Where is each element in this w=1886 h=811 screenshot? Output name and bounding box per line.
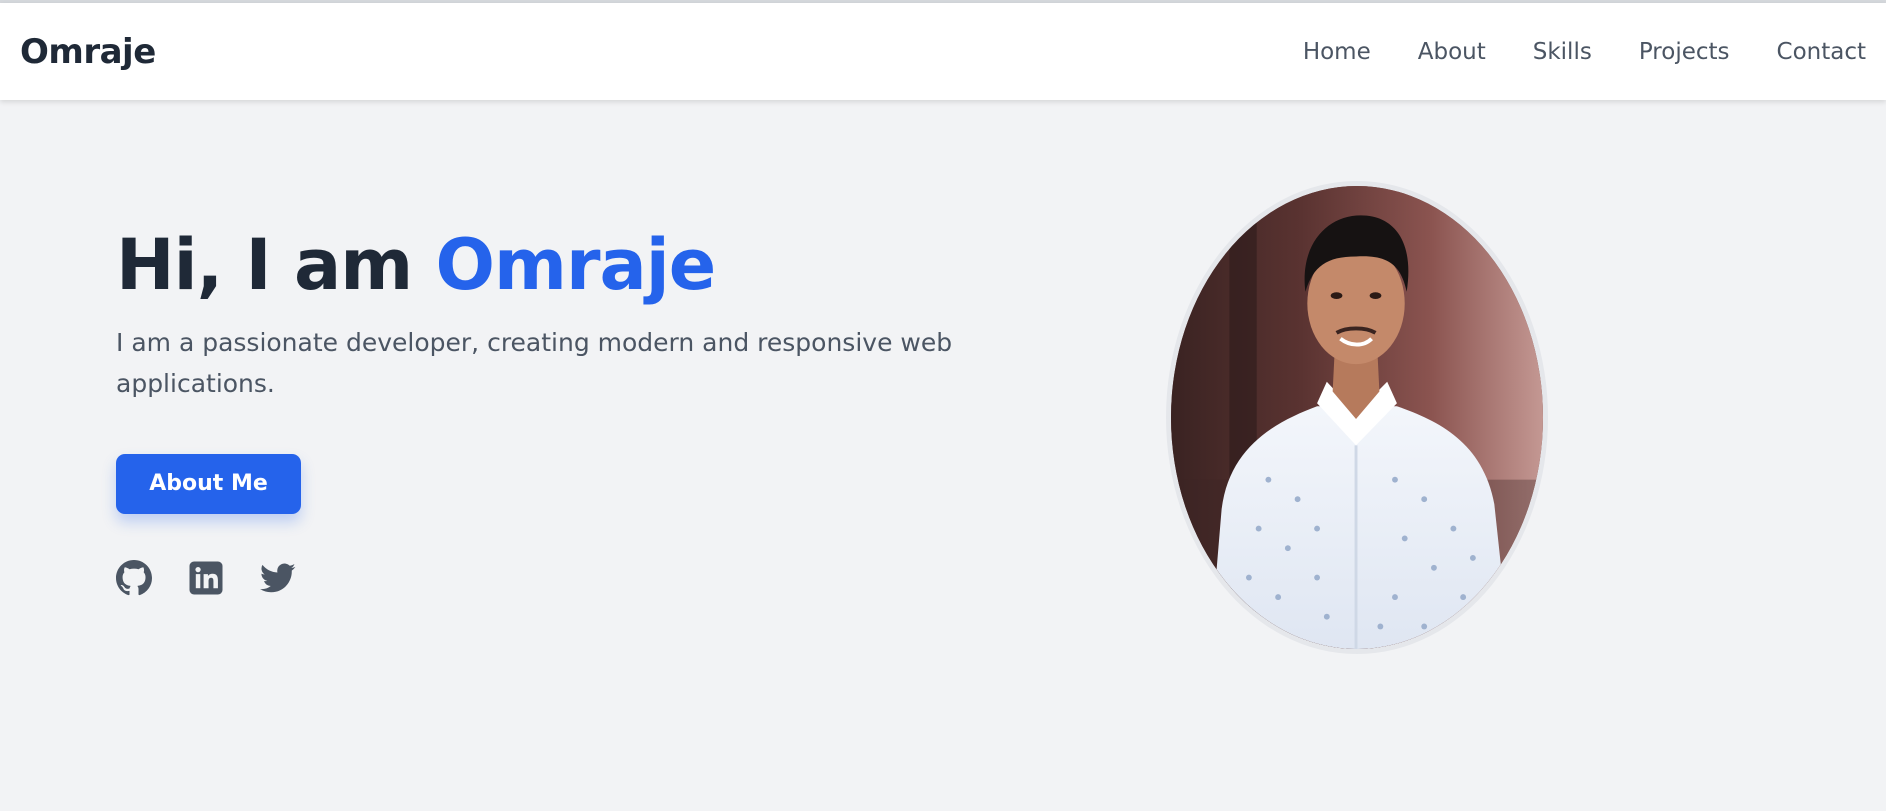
nav-links: Home About Skills Projects Contact	[1303, 39, 1866, 65]
nav-link-skills[interactable]: Skills	[1533, 39, 1592, 65]
nav-link-contact[interactable]: Contact	[1777, 39, 1866, 65]
hero-greeting: Hi, I am	[116, 224, 413, 306]
about-me-button[interactable]: About Me	[116, 453, 301, 514]
navbar: Omraje Home About Skills Projects Contac…	[0, 3, 1886, 100]
github-link[interactable]	[116, 559, 152, 596]
nav-link-projects[interactable]: Projects	[1639, 39, 1730, 65]
linkedin-icon	[188, 560, 224, 596]
nav-link-about[interactable]: About	[1418, 39, 1486, 65]
github-icon	[116, 559, 152, 596]
hero-title: Hi, I am Omraje	[116, 225, 956, 306]
brand-logo[interactable]: Omraje	[20, 32, 156, 72]
linkedin-link[interactable]	[188, 560, 224, 596]
twitter-link[interactable]	[260, 560, 296, 596]
hero-name: Omraje	[435, 224, 717, 306]
profile-photo	[1166, 181, 1548, 654]
nav-link-home[interactable]: Home	[1303, 39, 1371, 65]
hero-description: I am a passionate developer, creating mo…	[116, 327, 953, 398]
twitter-icon	[260, 560, 296, 596]
social-links	[116, 559, 956, 596]
hero-section: Hi, I am Omraje I am a passionate develo…	[116, 225, 956, 596]
